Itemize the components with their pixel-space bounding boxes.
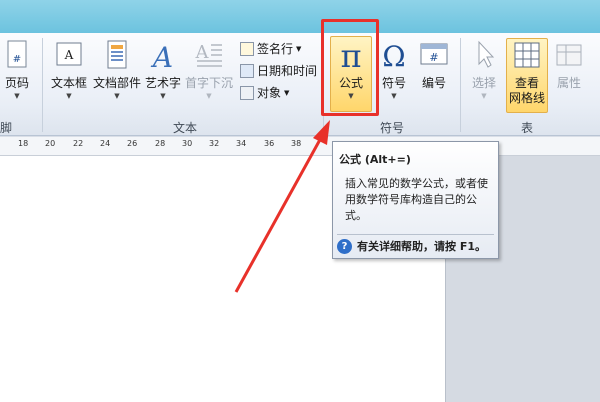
tooltip-help: ? 有关详细帮助，请按 F1。 bbox=[337, 238, 486, 254]
tooltip-title: 公式 (Alt+=) bbox=[339, 153, 411, 166]
help-icon: ? bbox=[337, 238, 352, 254]
tooltip-body: 插入常见的数学公式，或者使用数学符号库构造自己的公式。 bbox=[345, 177, 488, 222]
annotation-arrow bbox=[234, 120, 330, 293]
tooltip-help-text: 有关详细帮助，请按 F1。 bbox=[357, 240, 486, 253]
tooltip-divider bbox=[337, 234, 494, 235]
equation-tooltip: 公式 (Alt+=) 插入常见的数学公式，或者使用数学符号库构造自己的公式。 ?… bbox=[332, 141, 499, 259]
